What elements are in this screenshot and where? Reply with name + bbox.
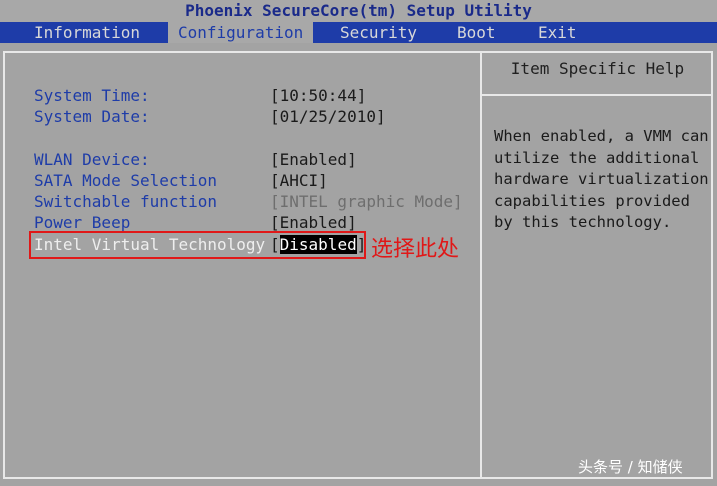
help-line: utilize the additional (494, 148, 700, 167)
help-panel: Item Specific Help When enabled, a VMM c… (480, 51, 713, 479)
setting-switchable-function-value: [INTEL graphic Mode] (270, 192, 463, 211)
tab-security[interactable]: Security (330, 22, 427, 43)
tab-configuration[interactable]: Configuration (168, 22, 313, 43)
annotation-label: 选择此处 (371, 237, 460, 262)
watermark: 头条号 / 知储侠 (578, 458, 683, 476)
setting-wlan-device[interactable]: WLAN Device: (34, 150, 150, 169)
app-title: Phoenix SecureCore(tm) Setup Utility (0, 0, 717, 22)
help-text: When enabled, a VMM can utilize the addi… (494, 126, 709, 234)
setting-wlan-device-value[interactable]: [Enabled] (270, 150, 357, 169)
setting-system-time-value[interactable]: [10:50:44] (270, 86, 366, 105)
annotation-highlight-box (29, 231, 366, 259)
setting-sata-mode[interactable]: SATA Mode Selection (34, 171, 217, 190)
help-divider (482, 94, 713, 96)
tab-boot[interactable]: Boot (447, 22, 506, 43)
setting-power-beep-value[interactable]: [Enabled] (270, 213, 357, 232)
setting-system-time[interactable]: System Time: (34, 86, 150, 105)
help-line: When enabled, a VMM can (494, 127, 709, 145)
menu-bar: Information Configuration Security Boot … (0, 22, 717, 43)
help-title: Item Specific Help (510, 59, 685, 78)
help-line: by this technology. (494, 213, 672, 231)
help-line: hardware virtualization (494, 170, 709, 188)
setting-system-date[interactable]: System Date: (34, 107, 150, 126)
setting-switchable-function[interactable]: Switchable function (34, 192, 217, 211)
help-line: capabilities provided (494, 191, 690, 210)
tab-exit[interactable]: Exit (528, 22, 587, 43)
setting-sata-mode-value[interactable]: [AHCI] (270, 171, 328, 190)
setting-power-beep[interactable]: Power Beep (34, 213, 130, 232)
tab-information[interactable]: Information (24, 22, 150, 43)
setting-system-date-value[interactable]: [01/25/2010] (270, 107, 386, 126)
